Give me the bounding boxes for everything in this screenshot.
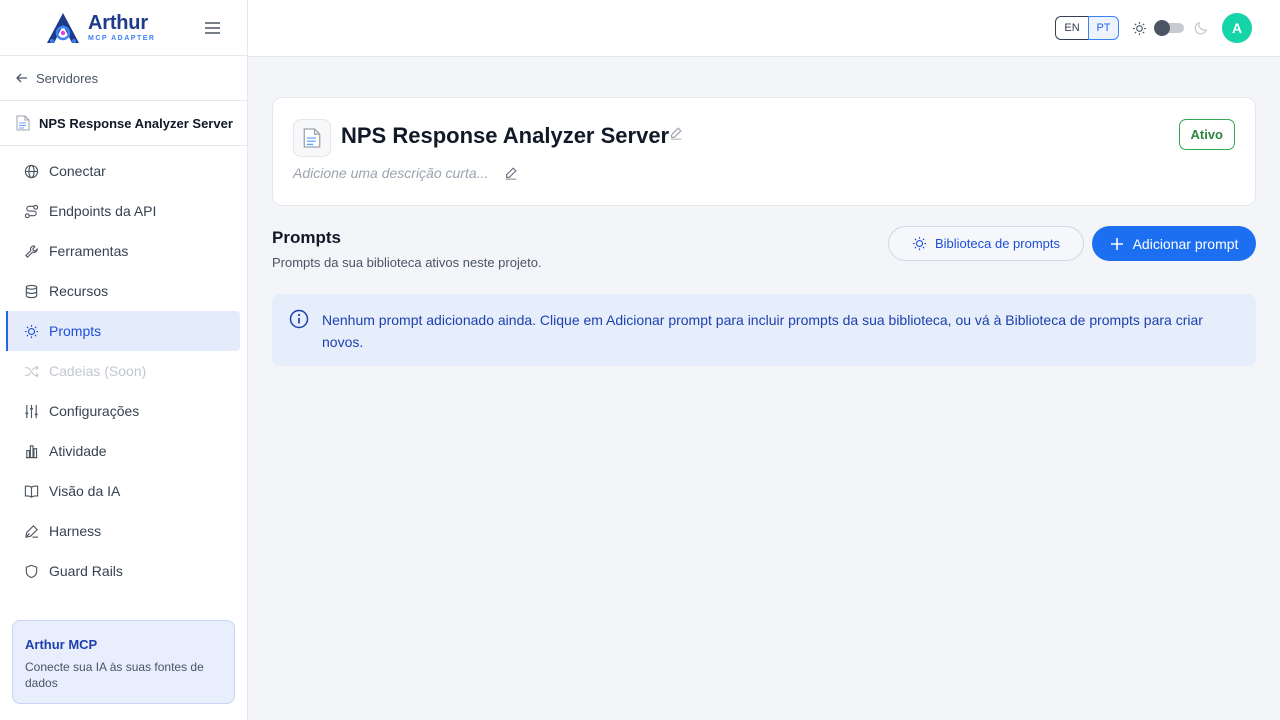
sidebar-item-cadeias: Cadeias (Soon) xyxy=(0,351,247,391)
sidebar-item-label: Conectar xyxy=(49,163,106,179)
edit-title-icon[interactable] xyxy=(669,126,683,140)
sidebar-nav: Conectar Endpoints da API Ferramentas Re… xyxy=(0,146,247,591)
sidebar-item-label: Configurações xyxy=(49,403,140,419)
top-bar: EN PT A xyxy=(248,0,1280,57)
globe-icon xyxy=(23,163,39,179)
language-switcher: EN PT xyxy=(1055,16,1119,40)
wrench-icon xyxy=(23,243,39,259)
hamburger-menu-icon[interactable] xyxy=(203,18,221,38)
pen-tool-icon xyxy=(23,523,39,539)
sidebar-item-label: Guard Rails xyxy=(49,563,123,579)
route-icon xyxy=(23,203,39,219)
sidebar-item-conectar[interactable]: Conectar xyxy=(0,151,247,191)
bar-chart-icon xyxy=(23,443,39,459)
server-title: NPS Response Analyzer Server xyxy=(341,123,670,148)
sidebar-item-label: Visão da IA xyxy=(49,483,121,499)
info-icon xyxy=(289,309,309,329)
empty-state-message: Nenhum prompt adicionado ainda. Clique e… xyxy=(322,312,1203,350)
arrow-left-icon xyxy=(16,71,30,85)
database-icon xyxy=(23,283,39,299)
sidebar-item-label: Cadeias (Soon) xyxy=(49,363,147,379)
add-prompt-button[interactable]: Adicionar prompt xyxy=(1092,226,1256,261)
sidebar-item-label: Endpoints da API xyxy=(49,203,157,219)
description-placeholder[interactable]: Adicione uma descrição curta... xyxy=(293,165,488,181)
document-icon xyxy=(293,119,331,157)
edit-description-icon[interactable] xyxy=(504,166,518,180)
sliders-icon xyxy=(23,403,39,419)
sidebar-item-label: Atividade xyxy=(49,443,107,459)
sidebar-item-guard-rails[interactable]: Guard Rails xyxy=(0,551,247,591)
sidebar-item-recursos[interactable]: Recursos xyxy=(0,271,247,311)
back-label: Servidores xyxy=(36,70,99,86)
language-pt-button[interactable]: PT xyxy=(1088,16,1119,40)
lightbulb-icon xyxy=(23,323,39,339)
section-title: Prompts xyxy=(272,228,341,247)
user-avatar[interactable]: A xyxy=(1222,13,1252,43)
brand-name: Arthur xyxy=(88,12,148,34)
language-en-button[interactable]: EN xyxy=(1055,16,1088,40)
prompt-library-button[interactable]: Biblioteca de prompts xyxy=(888,226,1084,261)
prompt-library-label: Biblioteca de prompts xyxy=(934,236,1060,251)
promo-text: Conecte sua IA às suas fontes de dados xyxy=(25,660,204,690)
document-icon xyxy=(16,114,34,132)
shuffle-icon xyxy=(23,363,39,379)
sidebar-item-configuracoes[interactable]: Configurações xyxy=(0,391,247,431)
promo-card: Arthur MCP Conecte sua IA às suas fontes… xyxy=(12,620,235,704)
add-prompt-label: Adicionar prompt xyxy=(1132,235,1239,252)
sidebar-item-harness[interactable]: Harness xyxy=(0,511,247,551)
sidebar-item-label: Prompts xyxy=(49,323,102,339)
arthur-logo-icon xyxy=(44,11,82,45)
brand-subtitle: MCP ADAPTER xyxy=(88,35,156,42)
current-server: NPS Response Analyzer Server xyxy=(0,101,247,146)
status-badge: Ativo xyxy=(1178,119,1235,150)
sidebar-item-atividade[interactable]: Atividade xyxy=(0,431,247,471)
sidebar-item-label: Harness xyxy=(49,523,102,539)
book-open-icon xyxy=(23,483,39,499)
brand-header: Arthur MCP ADAPTER xyxy=(0,0,247,56)
sidebar: Arthur MCP ADAPTER Servidores NPS Respon… xyxy=(0,0,248,720)
plus-icon xyxy=(1110,237,1124,251)
sidebar-item-prompts[interactable]: Prompts xyxy=(6,311,240,351)
moon-icon xyxy=(1194,20,1209,35)
promo-title: Arthur MCP xyxy=(25,637,98,652)
lightbulb-icon xyxy=(912,236,927,251)
shield-icon xyxy=(23,563,39,579)
sidebar-item-ferramentas[interactable]: Ferramentas xyxy=(0,231,247,271)
sidebar-item-visao-da-ia[interactable]: Visão da IA xyxy=(0,471,247,511)
section-subtitle: Prompts da sua biblioteca ativos neste p… xyxy=(272,255,542,270)
theme-toggle[interactable] xyxy=(1154,20,1184,36)
sidebar-item-endpoints[interactable]: Endpoints da API xyxy=(0,191,247,231)
empty-state-alert: Nenhum prompt adicionado ainda. Clique e… xyxy=(272,294,1256,366)
sidebar-item-label: Ferramentas xyxy=(49,243,129,259)
server-name: NPS Response Analyzer Server xyxy=(39,115,233,131)
server-card: NPS Response Analyzer Server Adicione um… xyxy=(272,97,1256,206)
back-to-servers-link[interactable]: Servidores xyxy=(0,56,247,101)
sun-icon xyxy=(1132,21,1147,36)
sidebar-item-label: Recursos xyxy=(49,283,109,299)
